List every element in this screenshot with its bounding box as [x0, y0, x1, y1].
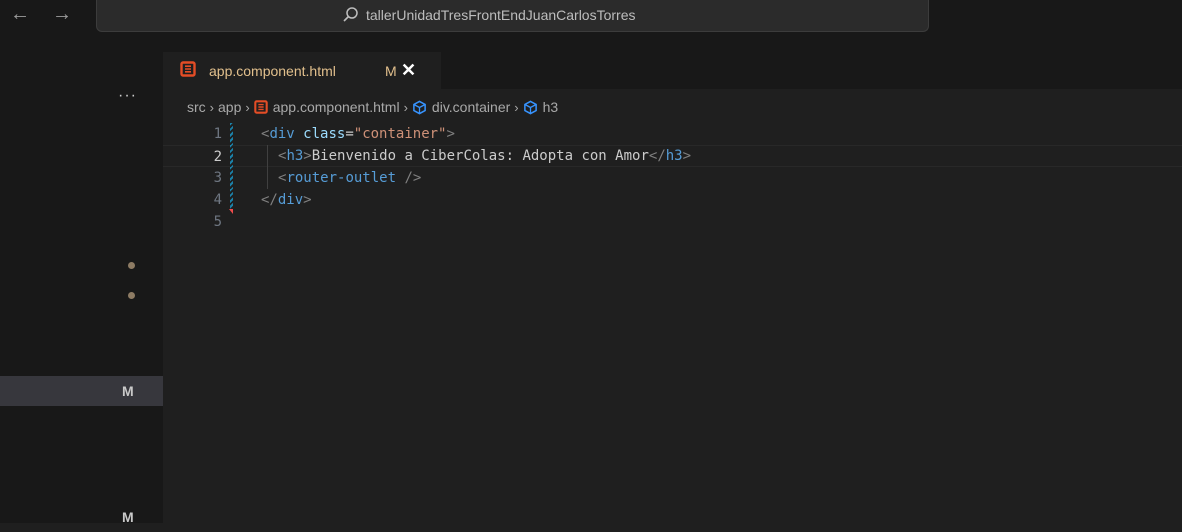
breadcrumb: src › app › app.component.html › div.con…	[187, 96, 558, 118]
breadcrumb-item-file[interactable]: app.component.html	[273, 99, 400, 115]
editor-area: app.component.html M ✕ src › app › app.c…	[163, 37, 1182, 523]
line-number: 4	[213, 192, 222, 208]
modified-badge: M	[122, 383, 134, 399]
text-content: Bienvenido a CiberColas: Adopta con Amor	[311, 148, 649, 164]
command-center-search[interactable]: tallerUnidadTresFrontEndJuanCarlosTorres	[96, 0, 929, 32]
code-text: <h3>Bienvenido a CiberColas: Adopta con …	[278, 145, 691, 167]
line-number: 1	[213, 126, 222, 142]
chevron-right-icon: ›	[245, 99, 250, 115]
breadcrumb-item-app[interactable]: app	[218, 99, 241, 115]
line-number: 2	[213, 149, 222, 165]
code-line[interactable]: 1 <div class="container">	[163, 123, 1182, 145]
more-actions-icon[interactable]: ···	[118, 87, 137, 105]
tag-name: div	[269, 126, 295, 142]
indent-guide	[267, 167, 268, 189]
breadcrumb-item-div-container[interactable]: div.container	[432, 99, 510, 115]
git-modified-gutter[interactable]	[230, 145, 233, 167]
chevron-right-icon: ›	[514, 99, 519, 115]
tab-modified-badge: M	[385, 63, 397, 79]
tag-bracket: >	[682, 148, 692, 164]
search-icon	[343, 7, 358, 22]
code-line-current[interactable]: 2 <h3>Bienvenido a CiberColas: Adopta co…	[163, 145, 1182, 167]
symbol-element-icon	[413, 100, 426, 114]
breadcrumb-item-src[interactable]: src	[187, 99, 206, 115]
git-modified-gutter[interactable]	[230, 123, 233, 145]
arrow-left-icon[interactable]: ←	[10, 4, 30, 24]
tag-bracket: </	[261, 192, 278, 208]
unsaved-dot	[128, 292, 135, 299]
tag-bracket: </	[648, 148, 666, 164]
html5-icon	[180, 61, 196, 77]
breadcrumb-item-h3[interactable]: h3	[543, 99, 559, 115]
equals-sign: =	[345, 126, 354, 142]
indent-guide	[267, 145, 268, 167]
tag-bracket: >	[303, 148, 312, 164]
git-modified-gutter[interactable]	[230, 189, 233, 211]
attribute-name: class	[303, 126, 346, 142]
explorer-sidebar: ··· M M	[0, 37, 163, 525]
tab-app-component-html[interactable]: app.component.html M ✕	[163, 52, 441, 90]
code-line[interactable]: 4 </div>	[163, 189, 1182, 211]
tag-name: h3	[286, 148, 304, 164]
explorer-row-selected[interactable]: M	[0, 376, 163, 406]
unsaved-dot	[128, 262, 135, 269]
code-line[interactable]: 5	[163, 211, 1182, 233]
tag-name: router-outlet	[286, 170, 397, 186]
title-bar: ← → tallerUnidadTresFrontEndJuanCarlosTo…	[0, 0, 1182, 37]
attribute-value: "container"	[353, 126, 447, 142]
arrow-right-icon[interactable]: →	[52, 4, 72, 24]
tag-bracket: >	[446, 126, 455, 142]
explorer-row[interactable]: M	[0, 502, 163, 532]
line-number: 5	[213, 214, 222, 230]
chevron-right-icon: ›	[403, 99, 408, 115]
code-text: </div>	[261, 189, 312, 211]
tag-name: div	[277, 192, 304, 208]
html5-icon	[253, 100, 268, 114]
line-number: 3	[213, 170, 222, 186]
tab-label: app.component.html	[209, 63, 336, 79]
tag-name: h3	[665, 148, 683, 164]
git-modified-gutter[interactable]	[230, 167, 233, 189]
close-icon[interactable]: ✕	[401, 60, 416, 81]
code-text: <div class="container">	[261, 123, 455, 145]
symbol-element-icon	[523, 100, 537, 114]
tab-bar: app.component.html M ✕	[163, 37, 1182, 90]
tag-bracket: />	[396, 170, 422, 186]
code-text: <router-outlet />	[278, 167, 421, 189]
chevron-right-icon: ›	[209, 99, 215, 115]
tag-bracket: >	[303, 192, 312, 208]
workspace-name: tallerUnidadTresFrontEndJuanCarlosTorres	[366, 7, 636, 23]
code-line[interactable]: 3 <router-outlet />	[163, 167, 1182, 189]
